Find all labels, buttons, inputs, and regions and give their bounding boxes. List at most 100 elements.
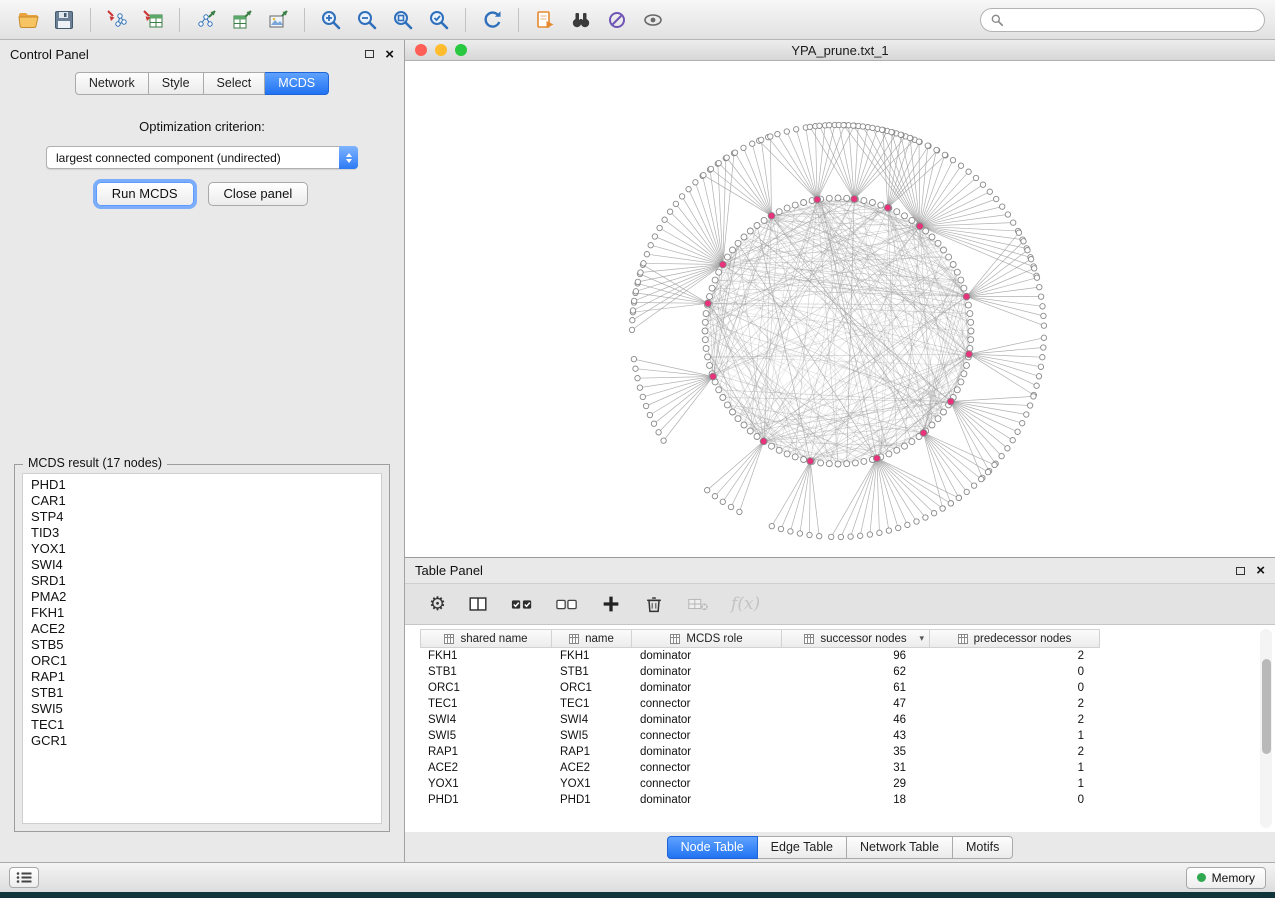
column-header-predecessor-nodes[interactable]: predecessor nodes [930,629,1100,648]
mini-table-icon [804,634,814,644]
result-node-item[interactable]: SRD1 [31,573,381,589]
table-row[interactable]: SWI4SWI4dominator462 [420,712,1100,728]
style-slash-icon [605,8,629,32]
add-row-button[interactable] [600,593,622,615]
search-input[interactable] [1010,12,1255,28]
cell-predecessors: 2 [930,746,1100,758]
window-minimize-light[interactable] [435,44,447,56]
table-row[interactable]: TEC1TEC1connector472 [420,696,1100,712]
import-network-button[interactable] [100,5,134,35]
status-bar: Memory [0,862,1275,892]
result-node-item[interactable]: PMA2 [31,589,381,605]
table-settings-button[interactable]: ⚙ [429,595,446,614]
result-node-item[interactable]: STP4 [31,509,381,525]
gear-icon: ⚙ [429,595,446,614]
cell-shared-name: SWI4 [420,714,552,726]
sort-arrow-icon[interactable]: ▾ [919,633,924,644]
mini-table-icon [958,634,968,644]
float-panel-icon[interactable] [365,50,374,58]
tab-network-table[interactable]: Network Table [847,836,953,859]
table-row[interactable]: ACE2ACE2connector311 [420,760,1100,776]
result-node-item[interactable]: RAP1 [31,669,381,685]
network-window-title: YPA_prune.txt_1 [791,43,888,58]
tab-node-table[interactable]: Node Table [667,836,758,859]
result-node-item[interactable]: TEC1 [31,717,381,733]
result-node-item[interactable]: TID3 [31,525,381,541]
search-network-button[interactable] [564,5,598,35]
criterion-select[interactable]: largest connected component (undirected) [46,146,358,169]
column-header-name[interactable]: name [552,629,632,648]
zoom-fit-button[interactable] [386,5,420,35]
result-node-item[interactable]: SWI5 [31,701,381,717]
table-row[interactable]: FKH1FKH1dominator962 [420,648,1100,664]
select-all-icon [510,593,534,615]
table-row[interactable]: ORC1ORC1dominator610 [420,680,1100,696]
tab-select[interactable]: Select [204,72,266,95]
result-node-item[interactable]: GCR1 [31,733,381,749]
close-panel-icon[interactable]: × [1256,563,1265,578]
select-all-button[interactable] [510,593,534,615]
mcds-result-list[interactable]: PHD1CAR1STP4TID3YOX1SWI4SRD1PMA2FKH1ACE2… [22,473,382,824]
window-maximize-light[interactable] [455,44,467,56]
table-scrollbar[interactable] [1260,629,1272,828]
table-row[interactable]: PHD1PHD1dominator180 [420,792,1100,808]
tab-network[interactable]: Network [75,72,149,95]
memory-button[interactable]: Memory [1186,867,1266,889]
table-row[interactable]: STB1STB1dominator620 [420,664,1100,680]
cell-successors: 46 [782,714,930,726]
network-canvas[interactable] [405,61,1275,557]
import-table-button[interactable] [136,5,170,35]
save-session-button[interactable] [47,5,81,35]
close-panel-icon[interactable]: × [385,47,394,62]
column-header-mcds-role[interactable]: MCDS role [632,629,782,648]
scrollbar-thumb[interactable] [1262,659,1271,754]
result-node-item[interactable]: FKH1 [31,605,381,621]
result-node-item[interactable]: STB5 [31,637,381,653]
window-close-light[interactable] [415,44,427,56]
import-network-icon [105,8,129,32]
tab-edge-table[interactable]: Edge Table [758,836,847,859]
open-session-button[interactable] [11,5,45,35]
show-columns-button[interactable] [467,593,489,615]
cell-role: dominator [632,746,782,758]
tab-style[interactable]: Style [149,72,204,95]
table-row[interactable]: YOX1YOX1connector291 [420,776,1100,792]
network-window-titlebar[interactable]: YPA_prune.txt_1 [405,40,1275,61]
close-panel-button[interactable]: Close panel [208,182,309,206]
apply-layout-button[interactable] [475,5,509,35]
result-node-item[interactable]: STB1 [31,685,381,701]
result-node-item[interactable]: SWI4 [31,557,381,573]
column-header-shared-name[interactable]: shared name [420,629,552,648]
task-history-button[interactable] [9,867,39,888]
deselect-all-button[interactable] [555,593,579,615]
export-network-button[interactable] [189,5,223,35]
function-builder-button[interactable]: f(x) [731,594,760,614]
float-panel-icon[interactable] [1236,567,1245,575]
export-web-button[interactable] [528,5,562,35]
toolbar-separator [518,8,519,32]
zoom-selected-button[interactable] [422,5,456,35]
result-node-item[interactable]: ACE2 [31,621,381,637]
export-image-button[interactable] [261,5,295,35]
cell-predecessors: 1 [930,778,1100,790]
cell-name: ACE2 [552,762,632,774]
zoom-in-button[interactable] [314,5,348,35]
column-header-successor-nodes[interactable]: successor nodes▾ [782,629,930,648]
table-row[interactable]: RAP1RAP1dominator352 [420,744,1100,760]
run-mcds-button[interactable]: Run MCDS [96,182,194,206]
import-table-toolbar-button[interactable] [686,593,710,615]
tab-mcds[interactable]: MCDS [265,72,329,95]
result-node-item[interactable]: ORC1 [31,653,381,669]
result-node-item[interactable]: CAR1 [31,493,381,509]
zoom-out-button[interactable] [350,5,384,35]
show-hide-details-button[interactable] [636,5,670,35]
fx-icon: f(x) [731,594,760,614]
table-row[interactable]: SWI5SWI5connector431 [420,728,1100,744]
network-graph[interactable] [405,61,1274,557]
delete-rows-button[interactable] [643,593,665,615]
apply-style-button[interactable] [600,5,634,35]
tab-motifs[interactable]: Motifs [953,836,1013,859]
export-table-button[interactable] [225,5,259,35]
result-node-item[interactable]: YOX1 [31,541,381,557]
result-node-item[interactable]: PHD1 [31,477,381,493]
